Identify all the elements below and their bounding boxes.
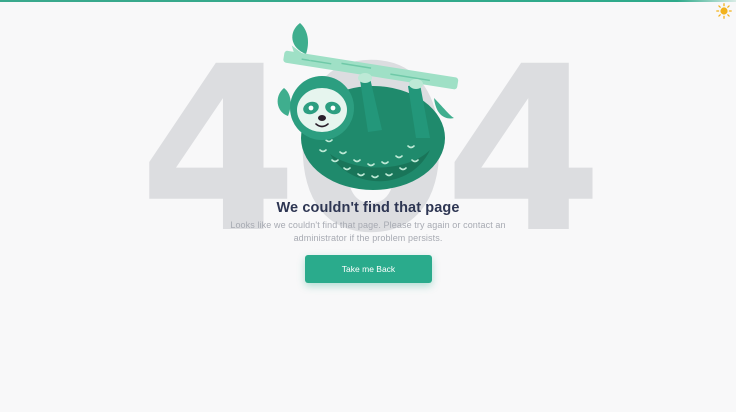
page-title: We couldn't find that page <box>276 200 460 216</box>
error-message: Looks like we couldn't find that page. P… <box>230 220 506 243</box>
top-accent-bar <box>0 0 736 2</box>
sloth-illustration <box>270 20 470 200</box>
not-found-page: 404 <box>0 0 736 412</box>
take-me-back-button[interactable]: Take me Back <box>305 255 432 283</box>
sun-icon[interactable] <box>716 3 732 19</box>
